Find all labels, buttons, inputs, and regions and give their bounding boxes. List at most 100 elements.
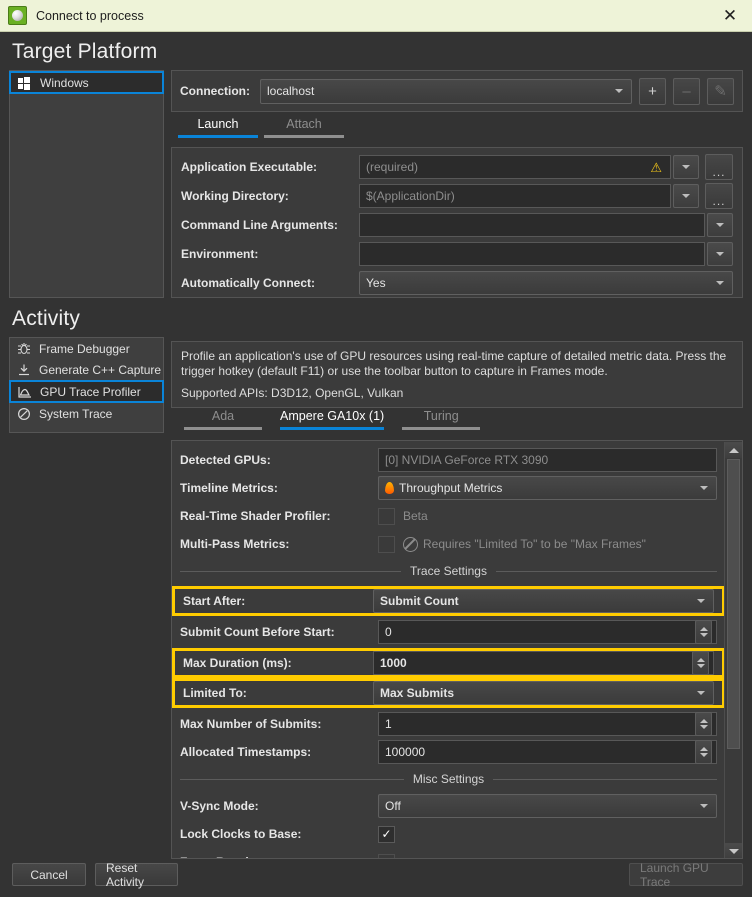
- scrollbar-thumb[interactable]: [727, 459, 740, 749]
- tab-turing-indicator: [402, 427, 481, 430]
- max-duration-stepper[interactable]: [692, 651, 709, 675]
- separator-trace-settings: Trace Settings: [180, 561, 718, 581]
- connection-bar: Connection: localhost + – ✎: [171, 70, 743, 112]
- vsync-mode-label: V-Sync Mode:: [180, 799, 259, 813]
- lock-clocks-to-base-checkbox[interactable]: ✓: [378, 825, 395, 843]
- tab-ada[interactable]: Ada: [178, 409, 268, 430]
- automatically-connect-value: Yes: [366, 276, 386, 290]
- start-after-select[interactable]: Submit Count: [373, 589, 714, 613]
- working-directory-field[interactable]: $(ApplicationDir): [359, 184, 671, 208]
- allocated-timestamps-value: 100000: [385, 745, 426, 759]
- timeline-metrics-select[interactable]: Throughput Metrics: [378, 476, 717, 500]
- row-multi-pass-metrics: Multi-Pass Metrics: Requires "Limited To…: [180, 532, 717, 556]
- real-time-shader-profiler-checkbox[interactable]: [378, 507, 395, 525]
- tab-ampere-ga10x-label: Ampere GA10x (1): [280, 409, 385, 423]
- chart-icon: [17, 385, 33, 399]
- max-duration-value: 1000: [380, 656, 407, 670]
- title-bar: Connect to process ✕: [0, 0, 752, 32]
- reset-activity-button[interactable]: Reset Activity: [95, 861, 178, 889]
- multi-pass-metrics-label: Multi-Pass Metrics:: [180, 537, 290, 551]
- application-executable-value: (required): [366, 160, 419, 174]
- application-executable-browse-button[interactable]: ...: [705, 154, 733, 180]
- target-platform-list: Windows: [9, 70, 164, 298]
- command-line-arguments-label: Command Line Arguments:: [181, 218, 338, 232]
- limited-to-select[interactable]: Max Submits: [373, 681, 714, 705]
- tab-ada-label: Ada: [211, 409, 235, 423]
- activity-item-system-trace[interactable]: System Trace: [10, 403, 163, 424]
- tab-launch[interactable]: Launch: [178, 117, 258, 138]
- chevron-down-icon: [697, 691, 705, 695]
- max-number-of-submits-value: 1: [385, 717, 392, 731]
- close-icon[interactable]: ✕: [708, 0, 752, 31]
- activity-item-gpu-trace-profiler[interactable]: GPU Trace Profiler: [9, 380, 164, 403]
- submit-count-before-start-value: 0: [385, 625, 392, 639]
- cancel-button[interactable]: Cancel: [12, 863, 86, 886]
- tab-ada-indicator: [184, 427, 262, 430]
- submit-count-before-start-stepper[interactable]: [695, 620, 712, 644]
- tab-turing-label: Turing: [423, 409, 459, 423]
- dialog-footer: Cancel Reset Activity Launch GPU Trace: [0, 857, 752, 897]
- scroll-up-arrow-icon[interactable]: [725, 442, 742, 458]
- automatically-connect-select[interactable]: Yes: [359, 271, 733, 295]
- activity-item-frame-debugger[interactable]: Frame Debugger: [10, 338, 163, 359]
- submit-count-before-start-field[interactable]: 0: [378, 620, 717, 644]
- connection-select[interactable]: localhost: [260, 78, 632, 104]
- clock-icon: [16, 407, 32, 421]
- add-connection-button[interactable]: +: [639, 77, 666, 105]
- multi-pass-metrics-note-wrap: Requires "Limited To" to be "Max Frames": [403, 536, 646, 552]
- platform-item-windows[interactable]: Windows: [9, 71, 164, 94]
- platform-item-label: Windows: [40, 75, 89, 90]
- max-duration-field[interactable]: 1000: [373, 651, 714, 675]
- detected-gpus-value: [0] NVIDIA GeForce RTX 3090: [385, 453, 549, 467]
- environment-field[interactable]: [359, 242, 705, 266]
- allocated-timestamps-field[interactable]: 100000: [378, 740, 717, 764]
- max-number-of-submits-stepper[interactable]: [695, 712, 712, 736]
- row-vsync-mode: V-Sync Mode: Off: [180, 794, 717, 818]
- environment-dropdown[interactable]: [707, 242, 733, 266]
- row-timeline-metrics: Timeline Metrics: Throughput Metrics: [180, 476, 717, 500]
- remove-connection-button[interactable]: –: [673, 77, 700, 105]
- timeline-metrics-value: Throughput Metrics: [399, 481, 503, 495]
- row-limited-to: Limited To: Max Submits: [172, 678, 725, 708]
- connect-to-process-dialog: Connect to process ✕ Target Platform Win…: [0, 0, 752, 897]
- submit-count-before-start-label: Submit Count Before Start:: [180, 625, 335, 639]
- gpu-architecture-tabs: Ada Ampere GA10x (1) Turing: [178, 409, 486, 430]
- tab-ampere-ga10x[interactable]: Ampere GA10x (1): [274, 409, 390, 430]
- activity-item-label: Generate C++ Capture: [39, 362, 162, 377]
- command-line-arguments-field[interactable]: [359, 213, 705, 237]
- target-platform-heading: Target Platform: [12, 40, 158, 63]
- application-executable-dropdown[interactable]: [673, 155, 699, 179]
- command-line-arguments-dropdown[interactable]: [707, 213, 733, 237]
- vsync-mode-select[interactable]: Off: [378, 794, 717, 818]
- gpu-trace-settings-panel: Detected GPUs: [0] NVIDIA GeForce RTX 30…: [171, 440, 743, 859]
- application-executable-field[interactable]: (required) ⚠: [359, 155, 671, 179]
- row-real-time-shader-profiler: Real-Time Shader Profiler: Beta: [180, 504, 717, 528]
- row-lock-clocks-to-base: Lock Clocks to Base: ✓: [180, 822, 717, 846]
- working-directory-value: $(ApplicationDir): [366, 189, 455, 203]
- environment-label: Environment:: [181, 247, 259, 261]
- activity-item-generate-cpp-capture[interactable]: Generate C++ Capture: [10, 359, 163, 380]
- allocated-timestamps-stepper[interactable]: [695, 740, 712, 764]
- connection-value: localhost: [267, 84, 315, 98]
- working-directory-dropdown[interactable]: [673, 184, 699, 208]
- tab-ampere-ga10x-indicator: [280, 427, 385, 430]
- lock-clocks-to-base-label: Lock Clocks to Base:: [180, 827, 302, 841]
- launch-gpu-trace-button[interactable]: Launch GPU Trace: [629, 861, 743, 889]
- max-number-of-submits-field[interactable]: 1: [378, 712, 717, 736]
- chevron-down-icon: [615, 89, 623, 93]
- windows-icon: [17, 76, 33, 90]
- row-max-duration: Max Duration (ms): 1000: [172, 648, 725, 678]
- separator-trace-settings-label: Trace Settings: [410, 564, 487, 578]
- multi-pass-metrics-checkbox[interactable]: [378, 535, 395, 553]
- tab-turing[interactable]: Turing: [396, 409, 486, 430]
- chevron-down-icon: [682, 194, 690, 198]
- window-title: Connect to process: [36, 8, 144, 23]
- allocated-timestamps-label: Allocated Timestamps:: [180, 745, 312, 759]
- working-directory-browse-button[interactable]: ...: [705, 183, 733, 209]
- real-time-shader-profiler-label: Real-Time Shader Profiler:: [180, 509, 331, 523]
- tab-attach[interactable]: Attach: [264, 117, 344, 138]
- edit-connection-button[interactable]: ✎: [707, 77, 734, 105]
- nsight-logo-icon: [8, 6, 27, 25]
- settings-scrollbar[interactable]: [724, 442, 742, 858]
- row-max-number-of-submits: Max Number of Submits: 1: [180, 712, 717, 736]
